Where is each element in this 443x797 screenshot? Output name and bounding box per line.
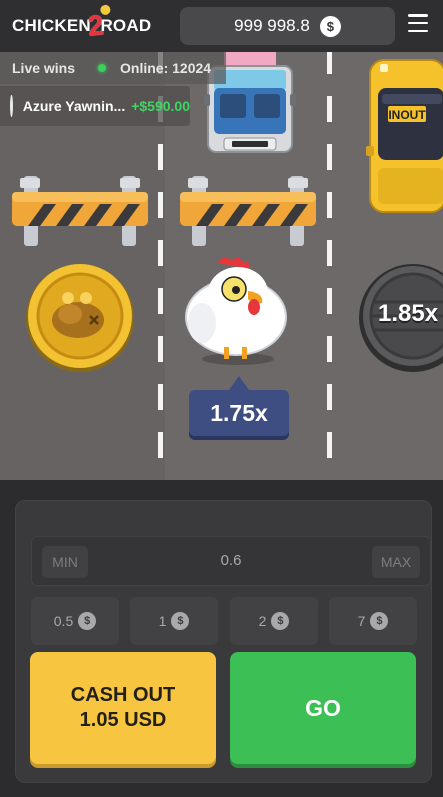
dollar-coin-icon: $ [171,612,190,630]
quick-bet-value: 0.5 [53,613,74,629]
quick-bet-button[interactable]: 1 $ [130,597,218,645]
logo-egg-icon [99,4,111,16]
balance-display: 999 998.8 $ [180,7,395,45]
cash-out-label: CASH OUT [70,684,176,706]
chicken-player [185,257,287,365]
online-status-dot-icon [98,64,107,72]
quick-bet-value: 2 [258,613,267,629]
top-bar: CHICKEN 2 ROAD 999 998.8 $ [0,0,443,52]
winner-amount: +$590.00 [131,98,190,114]
live-wins-label: Live wins [12,60,76,76]
balance-value: 999 998.8 [234,16,310,35]
recent-win-row: Azure Yawnin... +$590.00 [0,86,190,126]
cash-out-button[interactable]: CASH OUT 1.05 USD [30,652,216,764]
game-logo: CHICKEN 2 ROAD [12,4,152,42]
next-multiplier: 1.85x [378,300,439,327]
bet-amount-input[interactable]: MIN 0.6 MAX [31,536,431,586]
road-barrier [180,176,316,246]
quick-bet-button[interactable]: 7 $ [329,597,417,645]
dollar-coin-icon: $ [271,612,290,630]
max-bet-button[interactable]: MAX [372,546,420,578]
current-multiplier-tag: 1.75x [189,376,289,436]
cash-out-amount: 1.05 USD [79,709,167,731]
bet-value[interactable]: 0.6 [32,552,430,569]
current-multiplier: 1.75x [210,399,268,426]
game-screen: INOUT 1.85x 1.75x Live wins Online: 1202… [0,0,443,797]
go-button[interactable]: GO [230,652,416,764]
hamburger-menu-icon[interactable] [408,14,428,32]
quick-bet-button[interactable]: 2 $ [230,597,318,645]
quick-bet-button[interactable]: 0.5 $ [31,597,119,645]
lane-divider [327,0,332,480]
dollar-coin-icon: $ [319,15,341,37]
dollar-coin-icon: $ [370,612,389,630]
road-barrier [12,176,148,246]
logo-word-left: CHICKEN [12,16,91,35]
go-label: GO [305,694,341,721]
player-avatar-icon [10,95,13,117]
svg-text:INOUT: INOUT [388,108,426,122]
road-area: INOUT 1.85x 1.75x Live wins Online: 1202… [0,0,443,480]
online-count: Online: 12024 [120,60,212,76]
logo-digit: 2 [86,4,111,42]
quick-bet-value: 1 [158,613,167,629]
gold-coin-tile [26,264,134,372]
logo-word-right: ROAD [100,16,152,35]
dollar-coin-icon: $ [78,612,97,630]
quick-bet-value: 7 [357,613,366,629]
taxi-vehicle: INOUT [366,59,443,213]
live-wins-bar: Live wins Online: 12024 [0,52,226,84]
winner-name: Azure Yawnin... [22,98,126,114]
